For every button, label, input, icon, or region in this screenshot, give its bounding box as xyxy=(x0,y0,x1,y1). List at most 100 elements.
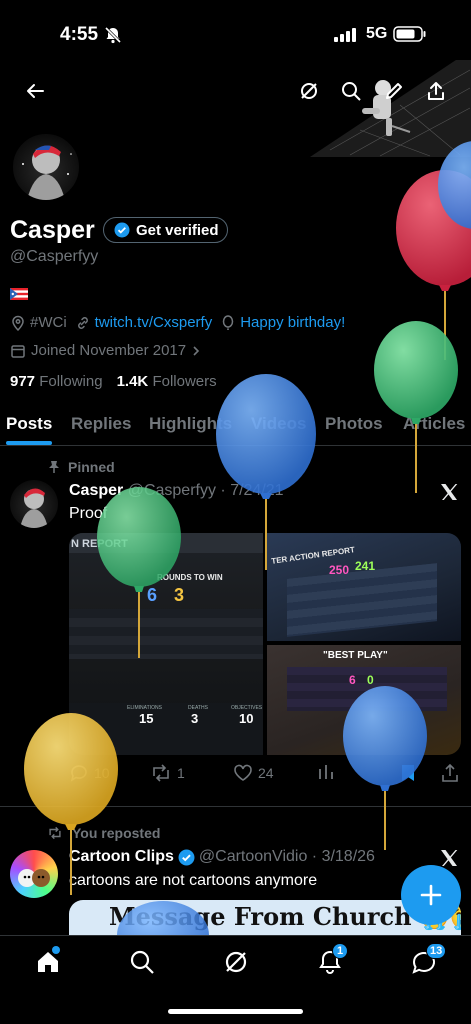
messages-badge: 13 xyxy=(426,943,447,959)
m1-score-b: 3 xyxy=(174,585,185,605)
profile-meta: #WCi twitch.tv/Cxsperfy Happy birthday! xyxy=(10,314,345,331)
share-post-button[interactable] xyxy=(441,763,459,783)
m1-header: N REPORT xyxy=(71,538,128,550)
m3-header: "BEST PLAY" xyxy=(323,650,388,661)
nav-grok[interactable] xyxy=(222,948,250,976)
grok-icon xyxy=(225,951,247,973)
heart-icon xyxy=(234,764,252,781)
balloon-icon xyxy=(222,314,234,330)
website-link[interactable]: twitch.tv/Cxsperfy xyxy=(95,314,213,331)
m1-stat-2: 3 xyxy=(191,711,199,726)
cartoon-clips-avatar[interactable] xyxy=(10,850,58,898)
post-meta: @Casperfyy · 7/24/21 xyxy=(127,482,284,499)
compose-post-button[interactable] xyxy=(401,865,461,925)
network-label: 5G xyxy=(366,25,388,42)
repost-count: 1 xyxy=(177,765,185,781)
m1-stat-3: 10 xyxy=(239,711,254,726)
tab-replies[interactable]: Replies xyxy=(71,414,131,434)
m1-rounds: ROUNDS TO WIN xyxy=(157,573,223,582)
m2-score-b: 241 xyxy=(355,559,376,573)
post-author-avatar[interactable] xyxy=(10,480,58,528)
following-count: 977 xyxy=(10,373,36,390)
followers-label: Followers xyxy=(152,373,217,390)
nav-home[interactable] xyxy=(34,946,62,976)
repost-author-name[interactable]: Cartoon Clips xyxy=(69,848,174,866)
status-bar: 4:55 5G xyxy=(0,0,471,64)
reposted-indicator: You reposted xyxy=(46,825,160,841)
verified-badge-icon xyxy=(114,222,130,238)
profile-avatar[interactable] xyxy=(10,131,82,203)
x-logo-icon xyxy=(441,484,458,500)
m1-score-a: 6 xyxy=(147,585,158,605)
nav-notifications[interactable]: 1 xyxy=(316,943,348,976)
silent-bell-icon xyxy=(104,26,122,44)
website[interactable]: twitch.tv/Cxsperfy xyxy=(75,314,213,331)
location-text: #WCi xyxy=(30,314,67,331)
link-icon xyxy=(77,316,88,329)
grok-icon[interactable] xyxy=(298,80,320,102)
signal-icon xyxy=(334,28,356,42)
m2-score-a: 250 xyxy=(329,563,350,577)
post-actions: 10 1 24 xyxy=(69,763,461,785)
repost-button[interactable]: 1 xyxy=(150,763,185,783)
battery-icon xyxy=(393,26,426,42)
media-image-3[interactable]: "BEST PLAY" 6 0 xyxy=(267,645,461,755)
m1-stat-1: 15 xyxy=(139,711,154,726)
repost-header: Cartoon Clips @CartoonVidio · 3/18/26 xyxy=(69,848,375,866)
tab-articles[interactable]: Articles xyxy=(403,414,465,434)
notifications-badge: 1 xyxy=(332,943,348,959)
plus-icon xyxy=(420,884,442,906)
following-link[interactable]: 977 Following xyxy=(10,373,103,390)
like-button[interactable]: 24 xyxy=(233,763,274,783)
views-button[interactable] xyxy=(317,763,335,781)
tab-posts[interactable]: Posts xyxy=(6,414,52,434)
following-label: Following xyxy=(39,373,103,390)
followers-count: 1.4K xyxy=(116,373,149,390)
x-logo-icon xyxy=(441,850,458,866)
joined-text: Joined November 2017 xyxy=(31,342,187,359)
verified-badge-icon xyxy=(178,849,195,865)
birthday-text[interactable]: Happy birthday! xyxy=(240,314,345,331)
post-header: Casper @Casperfyy · 7/24/21 xyxy=(69,482,284,500)
clock: 4:55 xyxy=(60,24,99,45)
post-author-name[interactable]: Casper xyxy=(69,482,123,499)
views-chart-icon xyxy=(319,765,333,779)
nav-search[interactable] xyxy=(128,948,156,976)
tab-photos[interactable]: Photos xyxy=(325,414,383,434)
get-verified-button[interactable]: Get verified xyxy=(103,217,228,243)
m3-score-a: 6 xyxy=(349,673,356,687)
profile-handle: @Casperfyy xyxy=(10,248,99,265)
back-arrow-icon[interactable] xyxy=(24,80,46,102)
reply-button[interactable]: 10 xyxy=(69,763,110,783)
profile-tabs: Posts Replies Highlights Videos Photos A… xyxy=(0,402,471,446)
location-pin-icon xyxy=(12,315,24,331)
birthday[interactable]: Happy birthday! xyxy=(220,314,345,331)
search-icon[interactable] xyxy=(340,80,362,102)
nav-messages[interactable]: 13 xyxy=(410,943,447,976)
home-indicator xyxy=(168,1009,303,1014)
active-tab-indicator xyxy=(6,441,52,445)
tab-videos[interactable]: Videos xyxy=(251,414,306,434)
media-image-1[interactable]: N REPORT ROUNDS TO WIN 6 3 ELIMINATIONS … xyxy=(69,533,263,755)
pinned-indicator: Pinned xyxy=(48,459,115,475)
reply-count: 10 xyxy=(94,765,110,781)
like-count: 24 xyxy=(258,765,274,781)
post-avatar-art xyxy=(20,488,48,528)
post-text: Proof xyxy=(69,505,108,522)
repost-text: cartoons are not cartoons anymore xyxy=(69,872,318,889)
edit-icon[interactable] xyxy=(383,80,405,102)
bookmark-button[interactable] xyxy=(399,763,417,783)
profile-name: Casper xyxy=(10,216,95,244)
tab-highlights[interactable]: Highlights xyxy=(149,414,232,434)
followers-link[interactable]: 1.4K Followers xyxy=(117,373,217,390)
joined-date[interactable]: Joined November 2017 xyxy=(10,342,201,359)
pin-icon xyxy=(49,461,59,473)
search-icon xyxy=(130,950,154,974)
post-divider xyxy=(0,806,471,807)
share-icon[interactable] xyxy=(425,80,447,102)
post-media-grid[interactable]: N REPORT ROUNDS TO WIN 6 3 ELIMINATIONS … xyxy=(69,533,461,755)
balloon-red xyxy=(396,170,471,360)
reposted-label: You reposted xyxy=(72,825,161,841)
puerto-rico-flag-icon xyxy=(10,288,28,300)
media-image-2[interactable]: TER ACTION REPORT 250 241 xyxy=(267,533,461,641)
